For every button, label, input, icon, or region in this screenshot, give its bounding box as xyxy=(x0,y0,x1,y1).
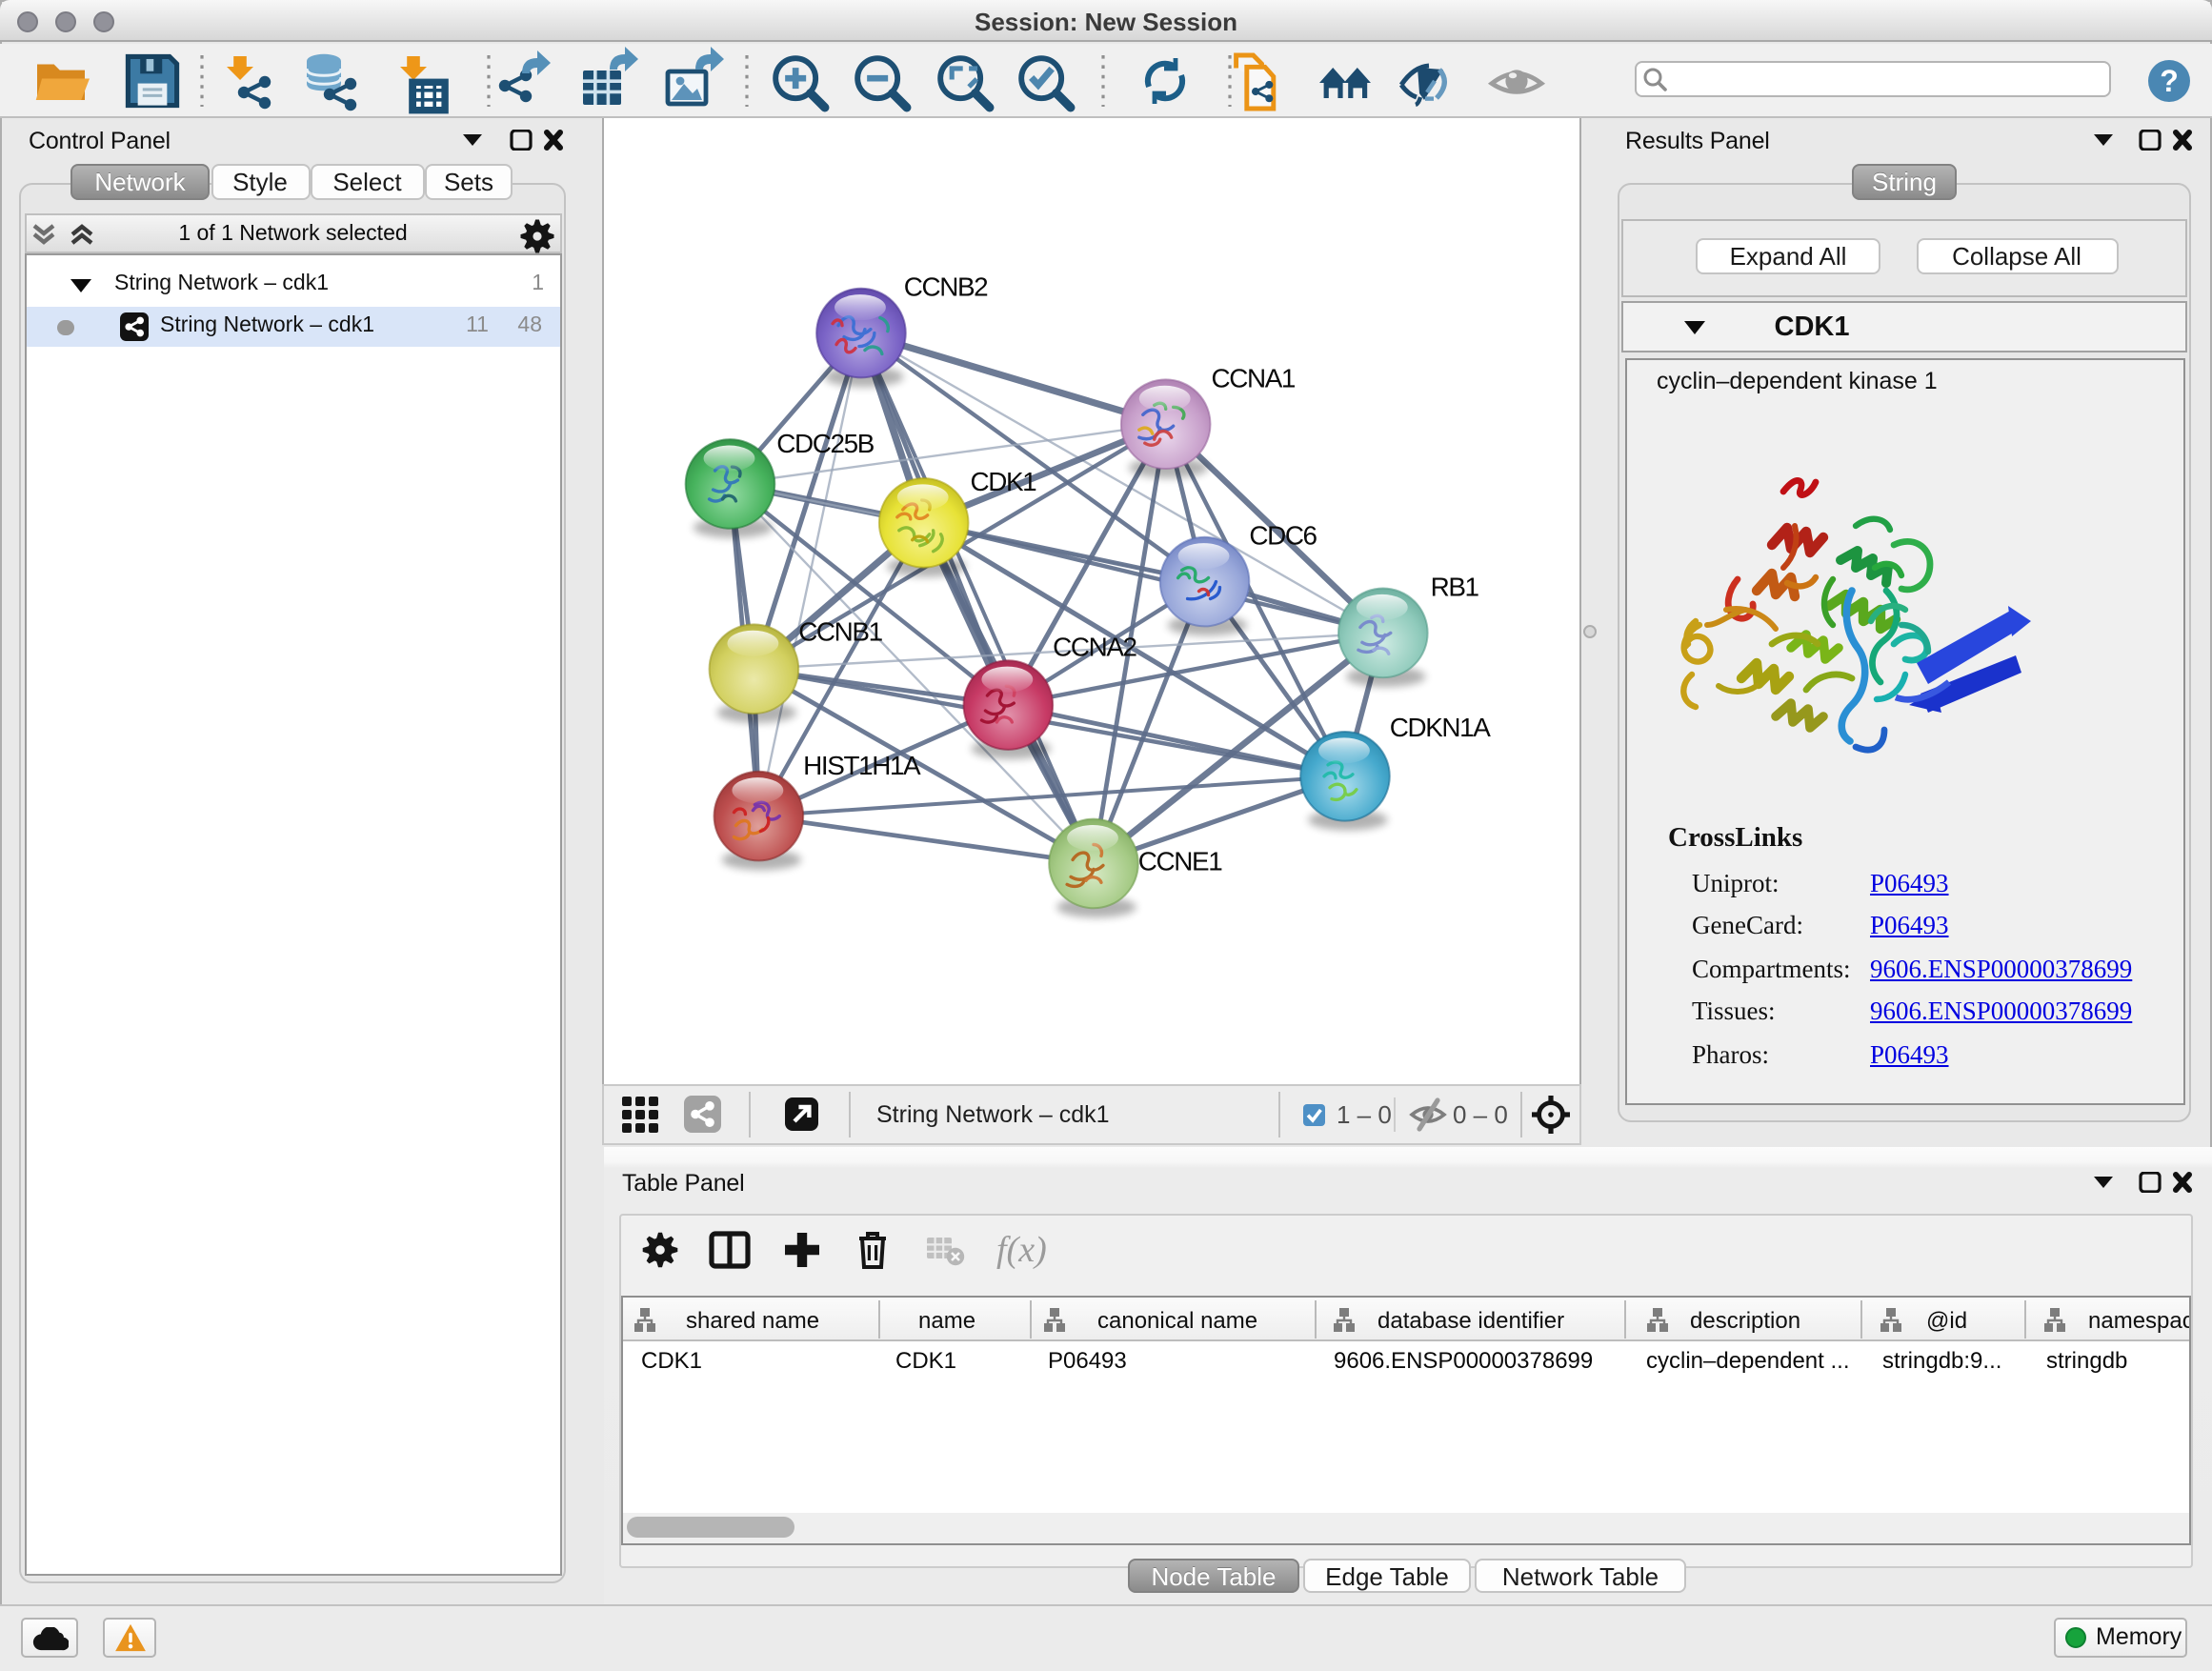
svg-text:name: name xyxy=(917,1307,975,1333)
svg-text:RB1: RB1 xyxy=(1431,573,1479,602)
svg-text:CDKN1A: CDKN1A xyxy=(1390,713,1492,742)
svg-text:String Network – cdk1: String Network – cdk1 xyxy=(876,1100,1110,1127)
svg-text:?: ? xyxy=(2160,63,2179,97)
svg-text:CCNA2: CCNA2 xyxy=(1053,632,1136,661)
svg-text:CDC6: CDC6 xyxy=(1249,521,1317,551)
svg-text:namespac: namespac xyxy=(2087,1307,2189,1333)
svg-text:HIST1H1A: HIST1H1A xyxy=(803,751,921,780)
svg-text:f(x): f(x) xyxy=(996,1230,1047,1270)
svg-text:CCNA1: CCNA1 xyxy=(1212,363,1296,393)
svg-text:CCNB2: CCNB2 xyxy=(904,272,988,302)
svg-text:9606.ENSP00000378699: 9606.ENSP00000378699 xyxy=(1333,1347,1592,1373)
svg-text:CDK1: CDK1 xyxy=(640,1347,701,1373)
svg-text:CDC25B: CDC25B xyxy=(776,429,874,458)
svg-text:CCNE1: CCNE1 xyxy=(1138,846,1222,876)
svg-text:CDK1: CDK1 xyxy=(895,1347,955,1373)
svg-text:stringdb:9...: stringdb:9... xyxy=(1881,1347,2001,1373)
svg-text:stringdb: stringdb xyxy=(2045,1347,2126,1373)
svg-text:@id: @id xyxy=(1925,1307,1966,1333)
svg-text:1 – 0: 1 – 0 xyxy=(1337,1099,1392,1128)
svg-text:description: description xyxy=(1689,1307,1800,1333)
svg-text:database identifier: database identifier xyxy=(1377,1307,1563,1333)
svg-text:0 – 0: 0 – 0 xyxy=(1453,1099,1508,1128)
svg-text:shared name: shared name xyxy=(685,1307,818,1333)
svg-text:CCNB1: CCNB1 xyxy=(798,616,882,646)
svg-text:CDK1: CDK1 xyxy=(970,467,1036,496)
svg-text:P06493: P06493 xyxy=(1047,1347,1126,1373)
svg-text:canonical name: canonical name xyxy=(1096,1307,1257,1333)
svg-text:cyclin–dependent ...: cyclin–dependent ... xyxy=(1645,1347,1848,1373)
